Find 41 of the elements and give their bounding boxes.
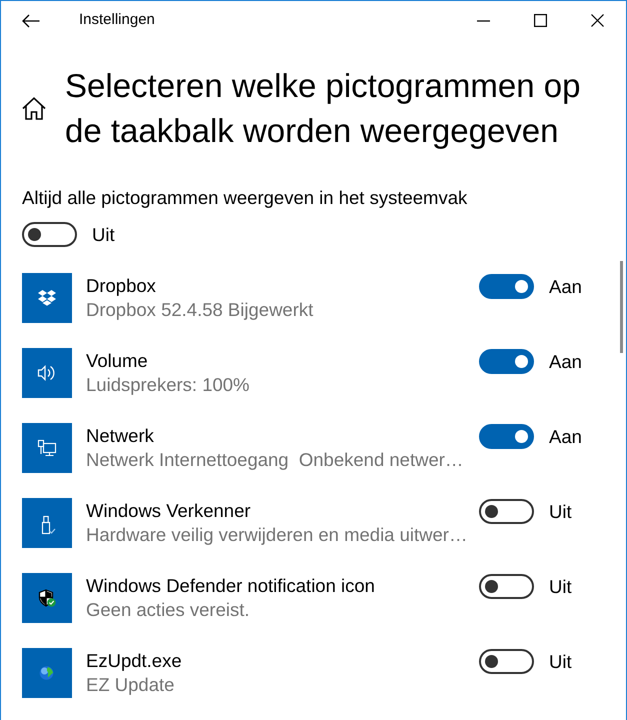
toggle-switch[interactable] [479,274,534,299]
boxes-icon [22,273,72,323]
app-name: Volume [86,349,149,373]
app-status: Hardware veilig verwijderen en media uitwer… [86,523,468,547]
toggle-state-label: Aan [549,274,582,298]
toggle-switch[interactable] [479,499,534,524]
window-title: Instellingen [79,10,155,30]
toggle-state-label: Uit [549,500,572,524]
app-name: Windows Defender notification icon [86,574,376,598]
toggle-switch[interactable] [479,349,534,374]
toggle-switch[interactable] [479,649,534,674]
toggle-state-label: Aan [549,424,582,448]
speaker-icon [22,348,72,398]
app-status: EZ Update [86,673,176,697]
monitor-icon [22,423,72,473]
app-name: Netwerk [86,424,155,448]
maximize-icon [534,14,547,27]
toggle-state-label: Uit [549,650,572,674]
usb-drive-icon [22,498,72,548]
app-name: Windows Verkenner [86,499,252,523]
app-name: Dropbox [86,274,157,298]
close-icon [591,14,604,27]
app-status: Dropbox 52.4.58 Bijgewerkt [86,298,314,322]
setting-label: Altijd alle pictogrammen weergeven in het systeemvak [22,186,468,210]
shield-icon [22,573,72,623]
home-icon [22,96,46,120]
app-status: Geen acties vereist. [86,598,250,622]
toggle-state-label: Uit [549,574,572,598]
toggle-switch[interactable] [479,424,534,449]
toggle-switch[interactable] [22,222,77,247]
toggle-state-label: Aan [549,350,582,374]
minimize-icon [477,20,490,22]
app-name: EzUpdt.exe [86,649,183,673]
app-status: Luidsprekers: 100% [86,373,251,397]
page-heading: Selecteren welke pictogrammen op de taakbalk worden weergegeven [65,66,582,151]
globe-icon [22,648,72,698]
toggle-state-label: Uit [92,222,115,246]
scrollbar-thumb[interactable] [620,261,623,353]
app-status: Netwerk Internettoegang Onbekend netwer… [86,448,464,472]
toggle-switch[interactable] [479,574,534,599]
back-arrow-icon [22,14,40,28]
